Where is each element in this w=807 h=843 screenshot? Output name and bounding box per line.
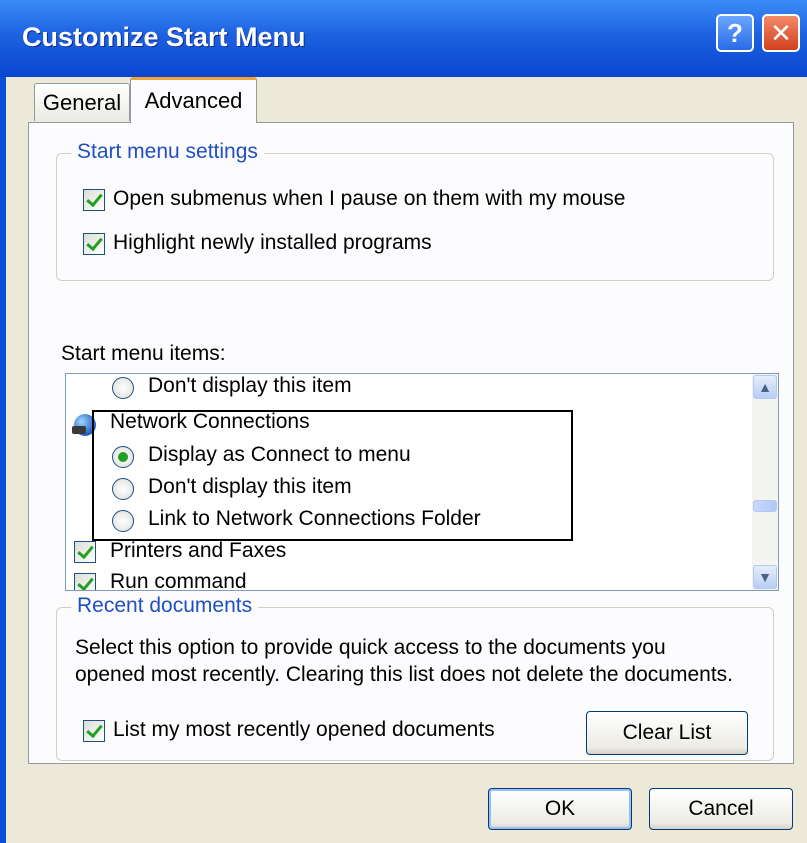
list-item-label[interactable]: Don't display this item xyxy=(148,374,352,398)
close-button[interactable]: ✕ xyxy=(762,14,800,52)
help-button[interactable]: ? xyxy=(716,14,754,52)
tab-advanced[interactable]: Advanced xyxy=(130,77,257,123)
open-submenus-checkbox[interactable] xyxy=(83,189,105,211)
window-title: Customize Start Menu xyxy=(22,22,306,52)
start-menu-items-list[interactable]: Don't display this item Network Connecti… xyxy=(65,373,779,591)
recent-documents-description-1: Select this option to provide quick acce… xyxy=(75,636,666,659)
scroll-thumb[interactable] xyxy=(753,500,777,512)
clear-list-button[interactable]: Clear List xyxy=(586,711,748,755)
recent-documents-group: Recent documents Select this option to p… xyxy=(56,594,774,761)
advanced-tab-panel: Start menu settings Open submenus when I… xyxy=(28,122,794,764)
printers-faxes-checkbox[interactable] xyxy=(74,541,96,563)
run-command-checkbox[interactable] xyxy=(74,573,96,590)
customize-start-menu-dialog: Customize Start Menu ? ✕ General Advance… xyxy=(0,0,807,843)
title-bar[interactable]: Customize Start Menu ? ✕ xyxy=(0,0,807,77)
highlight-programs-checkbox[interactable] xyxy=(83,233,105,255)
open-submenus-label[interactable]: Open submenus when I pause on them with … xyxy=(113,187,625,211)
network-connections-highlight-box xyxy=(92,410,573,541)
list-scrollbar[interactable]: ▲ ▼ xyxy=(752,374,778,590)
cancel-button[interactable]: Cancel xyxy=(649,788,793,830)
recent-documents-description-2: opened most recently. Clearing this list… xyxy=(75,663,733,686)
ok-button[interactable]: OK xyxy=(488,788,632,830)
start-menu-items-label: Start menu items: xyxy=(61,342,226,365)
scroll-down-button[interactable]: ▼ xyxy=(753,565,777,589)
scroll-up-button[interactable]: ▲ xyxy=(753,375,777,399)
run-command-label[interactable]: Run command xyxy=(110,570,247,590)
recent-documents-title: Recent documents xyxy=(71,594,259,618)
start-menu-settings-group: Start menu settings Open submenus when I… xyxy=(56,140,774,281)
highlight-programs-label[interactable]: Highlight newly installed programs xyxy=(113,231,432,255)
list-recent-documents-label[interactable]: List my most recently opened documents xyxy=(113,718,495,742)
list-recent-documents-checkbox[interactable] xyxy=(83,720,105,742)
dialog-client-area: General Advanced Start menu settings Ope… xyxy=(6,77,807,843)
item-radio-dont-display[interactable] xyxy=(112,377,134,399)
tab-general[interactable]: General xyxy=(34,83,130,121)
printers-faxes-label[interactable]: Printers and Faxes xyxy=(110,539,286,563)
start-menu-settings-title: Start menu settings xyxy=(71,140,264,164)
